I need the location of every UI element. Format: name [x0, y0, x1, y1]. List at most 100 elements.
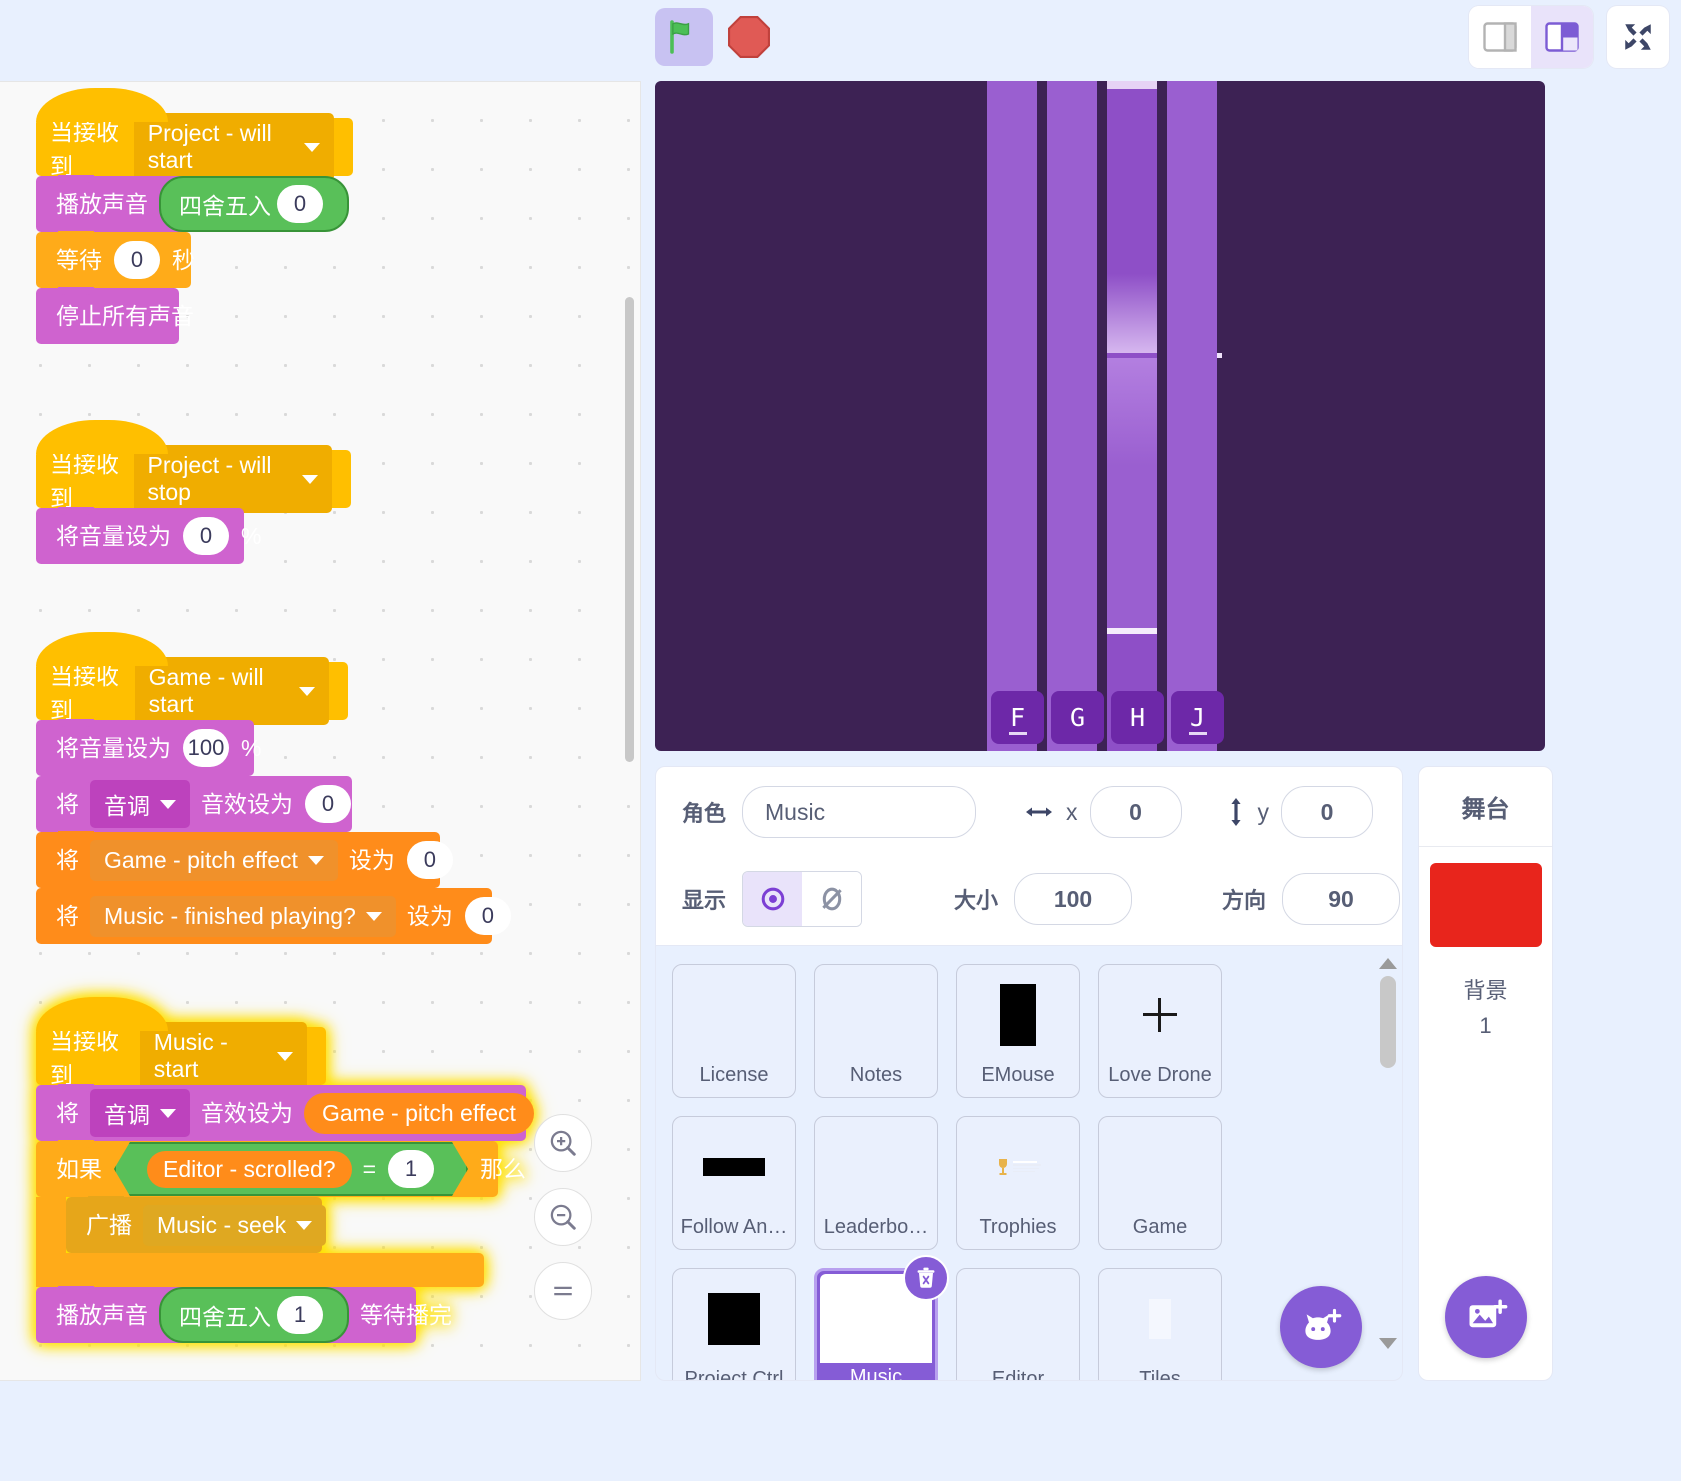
small-stage-button[interactable]	[1469, 6, 1531, 68]
stage-key-g[interactable]: G	[1051, 691, 1104, 744]
stage-key-j[interactable]: J	[1171, 691, 1224, 744]
volume-input[interactable]: 0	[183, 517, 229, 555]
block-play-sound[interactable]: 播放声音 四舍五入 0	[36, 175, 349, 232]
variable-reporter[interactable]: Editor - scrolled?	[147, 1151, 352, 1188]
broadcast-dropdown[interactable]: Music - seek	[143, 1204, 327, 1246]
green-flag-button[interactable]	[655, 8, 713, 66]
sprite-thumbnail	[960, 968, 1076, 1061]
block-set-variable[interactable]: 将 Game - pitch effect 设为 0	[36, 831, 453, 888]
add-backdrop-button[interactable]	[1445, 1276, 1527, 1358]
stage-backdrop-thumbnail[interactable]	[1429, 863, 1542, 947]
effect-dropdown[interactable]: 音调	[90, 780, 190, 828]
hide-sprite-button[interactable]	[802, 872, 862, 926]
block-set-sound-effect[interactable]: 将 音调 音效设为 Game - pitch effect	[36, 1084, 534, 1141]
fullscreen-button[interactable]	[1607, 6, 1669, 68]
volume-input[interactable]: 100	[183, 729, 229, 767]
add-sprite-button[interactable]	[1280, 1286, 1362, 1368]
equals-condition[interactable]: Editor - scrolled? = 1	[114, 1142, 468, 1196]
wait-seconds-input[interactable]: 0	[114, 241, 160, 279]
sprite-tile-label: Project Ctrl	[684, 1368, 784, 1381]
large-stage-button[interactable]	[1531, 6, 1593, 68]
key-underline	[1008, 732, 1027, 735]
variable-dropdown[interactable]: Game - pitch effect	[90, 839, 338, 881]
zoom-in-button[interactable]	[534, 1114, 592, 1172]
scroll-up-arrow[interactable]	[1379, 958, 1397, 969]
sprite-tile-music[interactable]: Music	[814, 1255, 949, 1380]
sprite-tile-editor[interactable]: Editor	[956, 1268, 1080, 1380]
sprite-tile-trophies[interactable]: Trophies	[956, 1116, 1080, 1250]
sprite-tile-emouse[interactable]: EMouse	[956, 964, 1080, 1098]
sprite-tile-project-ctrl[interactable]: Project Ctrl	[672, 1268, 796, 1381]
eye-icon	[761, 887, 784, 911]
block-label: 停止所有声音	[56, 302, 194, 329]
block-set-volume[interactable]: 将音量设为 0 %	[36, 507, 261, 564]
sprite-name-input[interactable]: Music	[742, 786, 977, 838]
variable-dropdown[interactable]: Music - finished playing?	[90, 895, 396, 937]
sprite-x-input[interactable]: 0	[1089, 786, 1182, 838]
equals-right-input[interactable]: 1	[388, 1150, 434, 1188]
block-broadcast[interactable]: 广播 Music - seek	[66, 1196, 327, 1253]
sprite-y-input[interactable]: 0	[1281, 786, 1374, 838]
zoom-reset-button[interactable]	[534, 1262, 592, 1320]
variable-value-input[interactable]: 0	[464, 897, 511, 935]
scrollbar-thumb[interactable]	[1380, 976, 1396, 1068]
if-then-header[interactable]: 如果 Editor - scrolled? = 1 那么	[36, 1140, 526, 1197]
round-operator-reporter[interactable]: 四舍五入 1	[159, 1287, 349, 1343]
block-set-volume[interactable]: 将音量设为 100 %	[36, 719, 261, 776]
block-stack-music-start[interactable]: 当接收到 Music - start 将 音调 音效设为 Game - pitc…	[28, 997, 534, 1343]
code-workspace[interactable]: 当接收到 Project - will start 播放声音 四舍五入 0 等待…	[0, 81, 641, 1381]
broadcast-dropdown[interactable]: Music - start	[139, 1022, 307, 1090]
broadcast-dropdown[interactable]: Project - will start	[133, 113, 334, 181]
block-label: 将	[56, 1099, 79, 1126]
operator-input[interactable]: 1	[277, 1296, 323, 1334]
effect-value-input[interactable]: 0	[305, 785, 351, 823]
sprite-tile-notes[interactable]: Notes	[814, 964, 938, 1098]
block-play-sound-until-done[interactable]: 播放声音 四舍五入 1 等待播完	[36, 1286, 452, 1343]
show-sprite-button[interactable]	[743, 872, 803, 926]
hat-block-when-broadcast-received[interactable]: 当接收到 Project - will start	[36, 88, 353, 181]
variable-reporter[interactable]: Game - pitch effect	[304, 1092, 534, 1134]
effect-dropdown[interactable]: 音调	[90, 1089, 190, 1137]
scroll-down-arrow[interactable]	[1379, 1338, 1397, 1349]
block-stack-project-will-stop[interactable]: 当接收到 Project - will stop 将音量设为 0 %	[36, 420, 351, 564]
block-set-sound-effect[interactable]: 将 音调 音效设为 0	[36, 775, 352, 832]
round-operator-reporter[interactable]: 四舍五入 0	[159, 176, 349, 232]
zoom-out-button[interactable]	[534, 1188, 592, 1246]
sprite-tile-game[interactable]: Game	[1098, 1116, 1222, 1250]
c-block-bottom-arm	[36, 1253, 484, 1287]
hat-block-when-broadcast-received[interactable]: 当接收到 Music - start	[36, 997, 326, 1090]
broadcast-dropdown[interactable]: Project - will stop	[133, 445, 332, 513]
sprite-tile-license[interactable]: License	[672, 964, 796, 1098]
zoom-controls	[534, 1114, 592, 1320]
block-set-variable[interactable]: 将 Music - finished playing? 设为 0	[36, 887, 511, 944]
sprite-tile-love-drone[interactable]: Love Drone	[1098, 964, 1222, 1098]
block-stack-project-will-start[interactable]: 当接收到 Project - will start 播放声音 四舍五入 0 等待…	[36, 88, 353, 344]
hat-block-when-broadcast-received[interactable]: 当接收到 Project - will stop	[36, 420, 351, 513]
sprite-list-scrollbar[interactable]	[1379, 958, 1397, 1353]
sprite-direction-input[interactable]: 90	[1282, 873, 1401, 925]
dropdown-value: 音调	[104, 793, 150, 819]
sprite-grid: License Notes EMouse Love Drone Follow An… Le…	[656, 946, 1371, 1381]
block-stack-game-will-start[interactable]: 当接收到 Game - will start 将音量设为 100 % 将 音调	[36, 632, 511, 944]
operator-input[interactable]: 0	[277, 185, 323, 223]
variable-value-input[interactable]: 0	[406, 841, 453, 879]
broadcast-dropdown[interactable]: Game - will start	[134, 657, 329, 725]
stage-key-h[interactable]: H	[1111, 691, 1164, 744]
stage-stripe-j	[1167, 81, 1217, 751]
stage-display[interactable]: F G H J	[655, 81, 1545, 751]
block-stop-all-sounds[interactable]: 停止所有声音	[36, 287, 194, 344]
stage-thumb-wrap[interactable]	[1419, 847, 1552, 955]
delete-sprite-button[interactable]	[903, 1255, 949, 1301]
stage-selector-panel[interactable]: 舞台 背景 1	[1418, 766, 1553, 1381]
stop-button[interactable]	[725, 13, 773, 61]
hat-block-when-broadcast-received[interactable]: 当接收到 Game - will start	[36, 632, 348, 725]
workspace-scrollbar[interactable]	[625, 297, 634, 762]
block-if-then[interactable]: 如果 Editor - scrolled? = 1 那么 广播 Music - …	[36, 1140, 526, 1287]
sprite-tile-follow-an[interactable]: Follow An…	[672, 1116, 796, 1250]
stage-key-f[interactable]: F	[991, 691, 1044, 744]
block-wait-seconds[interactable]: 等待 0 秒	[36, 231, 195, 288]
block-label: 广播	[86, 1211, 132, 1238]
sprite-tile-leaderbo[interactable]: Leaderbo…	[814, 1116, 938, 1250]
sprite-size-input[interactable]: 100	[1014, 873, 1133, 925]
sprite-tile-tiles[interactable]: Tiles	[1098, 1268, 1222, 1380]
